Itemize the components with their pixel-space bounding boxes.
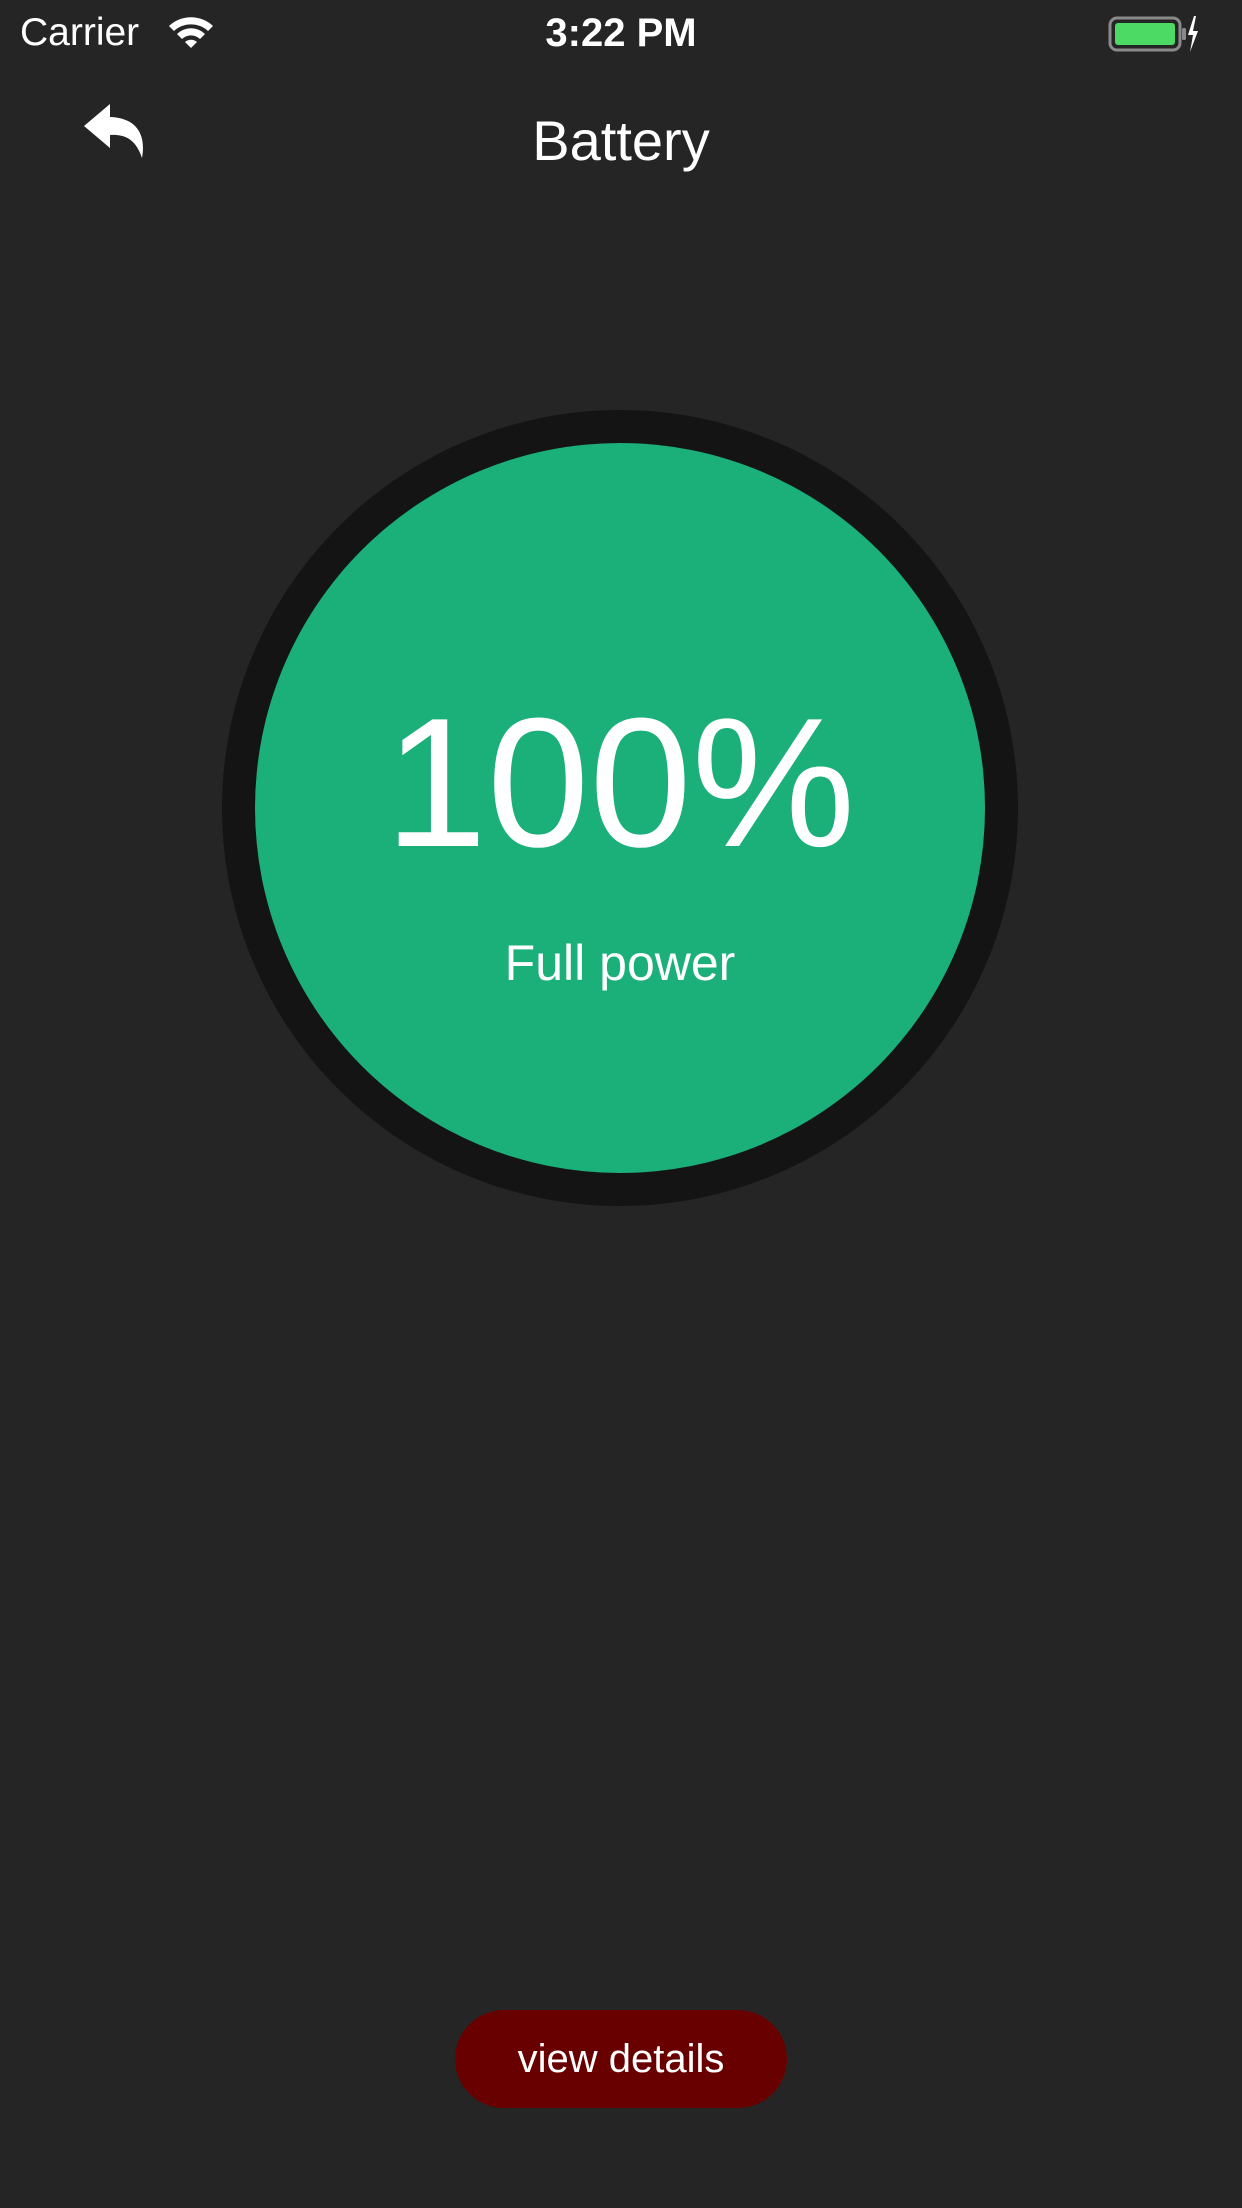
nav-bar: Battery	[0, 80, 1242, 200]
status-time: 3:22 PM	[545, 11, 697, 55]
charging-bolt-icon	[1188, 16, 1198, 52]
battery-gauge-ring: 100% Full power	[222, 410, 1018, 1206]
battery-full-icon	[1108, 16, 1198, 52]
battery-gauge-fill: 100% Full power	[255, 443, 985, 1173]
page-title: Battery	[532, 109, 710, 172]
status-bar: Carrier 3:22 PM	[0, 0, 1242, 66]
battery-percentage: 100%	[384, 679, 856, 885]
battery-status-text: Full power	[504, 935, 736, 991]
view-details-button[interactable]: view details	[455, 2010, 787, 2108]
